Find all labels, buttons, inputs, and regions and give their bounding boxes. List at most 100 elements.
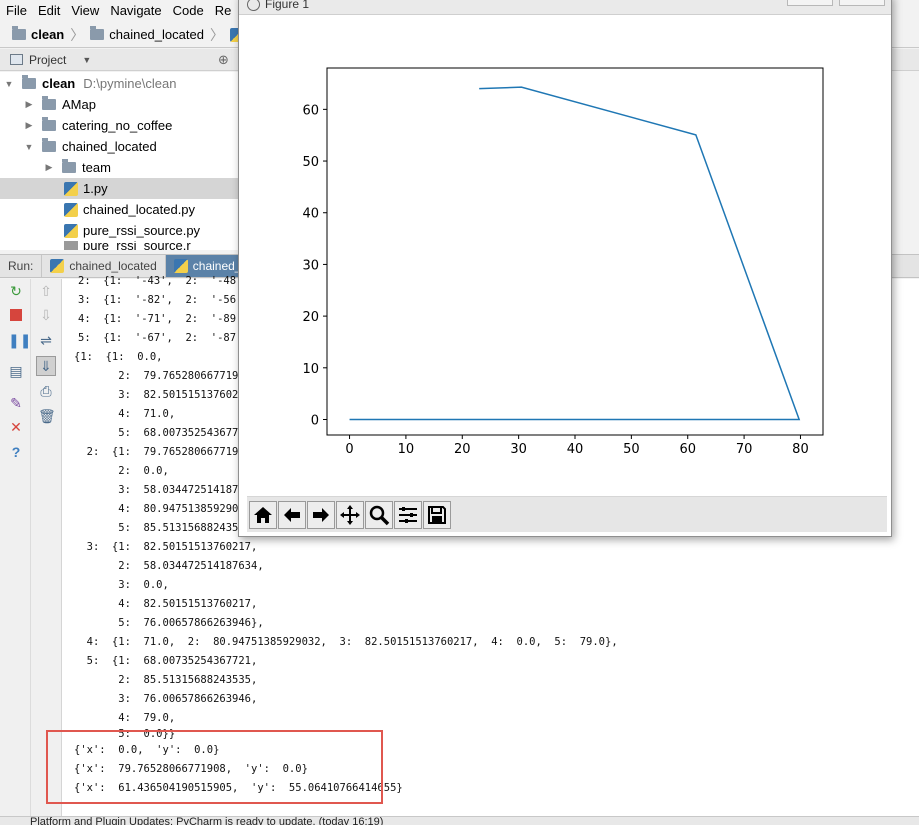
line-chart: 0 10 20 30 40 50 60 70 80 0 10 20 30 40 50 60 bbox=[302, 67, 824, 457]
trash-icon[interactable]: 🗑 bbox=[38, 408, 56, 424]
tree-node-path: D:\pymine\clean bbox=[83, 76, 177, 91]
project-tab-label: Project bbox=[29, 52, 67, 67]
save-icon bbox=[428, 506, 446, 524]
python-file-icon bbox=[173, 259, 188, 273]
zoom-button[interactable] bbox=[365, 501, 393, 529]
python-file-icon bbox=[64, 202, 78, 217]
down-arrow-icon[interactable]: ⇩ bbox=[38, 307, 54, 323]
layout-icon[interactable]: ▤ bbox=[8, 363, 24, 379]
stop-icon[interactable] bbox=[8, 307, 24, 323]
run-label: Run: bbox=[8, 259, 34, 273]
zoom-icon bbox=[369, 505, 390, 526]
soft-wrap-icon[interactable]: ⇌ bbox=[38, 332, 54, 348]
breadcrumb-item-chained-located[interactable]: chained_located bbox=[86, 24, 208, 46]
console-line: 4: 71.0, bbox=[74, 408, 176, 420]
pin-icon[interactable]: ✎ bbox=[8, 395, 24, 411]
help-icon[interactable]: ? bbox=[8, 444, 24, 460]
y-tick-label: 0 bbox=[311, 413, 319, 428]
console-line: 5: {1: 68.00735254367721, bbox=[74, 655, 258, 667]
menu-view[interactable]: View bbox=[65, 0, 104, 21]
menu-file[interactable]: File bbox=[0, 0, 32, 21]
subplots-button[interactable] bbox=[394, 501, 422, 529]
console-line: 2: 58.034472514187634, bbox=[74, 560, 264, 572]
project-view-selector[interactable]: Project ▼ bbox=[0, 53, 91, 67]
close-icon[interactable]: ✕ bbox=[8, 419, 24, 435]
x-tick-label: 80 bbox=[792, 442, 809, 457]
console-line: 2: {1: 79.76528066771908, bbox=[74, 446, 258, 458]
settings-icon[interactable]: ⊕ bbox=[218, 52, 229, 68]
tree-node-team[interactable]: ▶ team bbox=[44, 157, 111, 178]
python-file-icon bbox=[50, 259, 65, 273]
save-button[interactable] bbox=[423, 501, 451, 529]
run-tab-label: chained_ bbox=[192, 259, 242, 273]
project-tree: ▼ clean D:\pymine\clean ▶ AMap ▶ caterin… bbox=[0, 72, 240, 250]
back-button[interactable] bbox=[278, 501, 306, 529]
chevron-down-icon[interactable]: ▼ bbox=[4, 79, 14, 89]
tree-node-label: AMap bbox=[62, 97, 96, 112]
x-tick-label: 0 bbox=[345, 442, 353, 457]
console-line: 4: 82.50151513760217, bbox=[74, 598, 258, 610]
tree-node-amap[interactable]: ▶ AMap bbox=[24, 94, 96, 115]
tree-node-label: catering_no_coffee bbox=[62, 118, 173, 133]
tree-node-label: chained_located bbox=[62, 139, 157, 154]
figure-title-bar[interactable]: Figure 1 bbox=[239, 0, 891, 15]
y-tick-label: 60 bbox=[302, 103, 319, 118]
menu-refactor[interactable]: Re bbox=[209, 0, 237, 21]
maximize-button[interactable] bbox=[839, 0, 885, 6]
x-tick-label: 40 bbox=[567, 442, 584, 457]
tree-node-root[interactable]: ▼ clean D:\pymine\clean bbox=[4, 73, 176, 94]
plot-frame bbox=[326, 67, 824, 436]
tree-node-chained-located[interactable]: ▼ chained_located bbox=[24, 136, 157, 157]
menu-code[interactable]: Code bbox=[167, 0, 209, 21]
console-line: 4: {1: 71.0, 2: 80.94751385929032, 3: 82… bbox=[74, 636, 618, 648]
breadcrumb-label: clean bbox=[31, 27, 65, 42]
x-tick-label: 60 bbox=[679, 442, 696, 457]
console-line: 3: 58.034472514187634, bbox=[74, 484, 264, 496]
console-line: 2: 85.51315688243535, bbox=[74, 674, 258, 686]
tree-node-pure-rssi-source-r[interactable]: pure_rssi_source.r bbox=[64, 241, 191, 250]
menu-edit[interactable]: Edit bbox=[32, 0, 65, 21]
breadcrumb-item-clean[interactable]: clean bbox=[8, 24, 68, 46]
folder-icon bbox=[42, 96, 56, 110]
folder-icon bbox=[42, 117, 56, 131]
divider bbox=[30, 279, 31, 816]
folder-icon bbox=[90, 26, 105, 40]
tree-node-1-py[interactable]: 1.py bbox=[0, 178, 240, 199]
project-icon bbox=[10, 54, 23, 65]
figure-toolbar bbox=[247, 496, 887, 532]
tree-node-catering-no-coffee[interactable]: ▶ catering_no_coffee bbox=[24, 115, 172, 136]
tree-node-label: pure_rssi_source.py bbox=[83, 223, 201, 238]
status-bar: Platform and Plugin Updates: PyCharm is … bbox=[0, 816, 919, 825]
y-tick-label: 10 bbox=[302, 362, 319, 377]
pause-icon[interactable]: ❚❚ bbox=[8, 332, 31, 348]
print-icon[interactable]: ⎙ bbox=[38, 383, 54, 399]
plot-canvas[interactable]: 0 10 20 30 40 50 60 70 80 0 10 20 30 40 50 60 bbox=[247, 16, 887, 496]
chevron-right-icon[interactable]: ▶ bbox=[44, 162, 54, 173]
minimize-button[interactable] bbox=[787, 0, 833, 6]
menu-navigate[interactable]: Navigate bbox=[104, 0, 166, 21]
tree-node-label: clean bbox=[42, 76, 76, 91]
tree-node-label: pure_rssi_source.r bbox=[83, 241, 191, 250]
subplots-icon bbox=[399, 507, 417, 523]
python-file-icon bbox=[64, 181, 78, 196]
folder-icon bbox=[62, 159, 76, 173]
tree-node-label: chained_located.py bbox=[83, 202, 196, 217]
chevron-down-icon[interactable]: ▼ bbox=[24, 142, 34, 152]
breadcrumb-label: chained_located bbox=[109, 27, 204, 42]
chevron-right-icon[interactable]: ▶ bbox=[24, 99, 34, 110]
y-tick-label: 20 bbox=[302, 310, 319, 325]
up-arrow-icon[interactable]: ⇧ bbox=[38, 283, 54, 299]
rerun-icon[interactable]: ↻ bbox=[8, 283, 24, 299]
chevron-right-icon[interactable]: ▶ bbox=[24, 120, 34, 131]
y-tick-label: 30 bbox=[302, 258, 319, 273]
pan-button[interactable] bbox=[336, 501, 364, 529]
forward-button[interactable] bbox=[307, 501, 335, 529]
forward-arrow-icon bbox=[313, 508, 329, 522]
tree-node-chained-located-py[interactable]: chained_located.py bbox=[64, 199, 195, 220]
home-button[interactable] bbox=[249, 501, 277, 529]
scroll-to-end-icon[interactable]: ⇓ bbox=[36, 356, 56, 376]
file-icon bbox=[64, 241, 78, 250]
tree-node-pure-rssi-source-py[interactable]: pure_rssi_source.py bbox=[64, 220, 200, 241]
folder-icon bbox=[12, 26, 26, 40]
x-tick-label: 70 bbox=[736, 442, 753, 457]
